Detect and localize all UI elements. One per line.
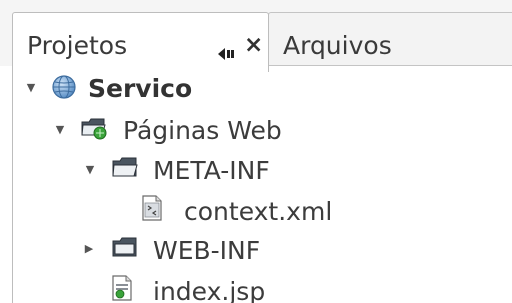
tree-node-label: index.jsp bbox=[153, 277, 266, 303]
tree-node-label: context.xml bbox=[184, 197, 333, 226]
xml-file-icon bbox=[140, 195, 166, 221]
tab-strip-divider bbox=[269, 65, 512, 66]
jsp-file-icon bbox=[110, 275, 136, 301]
expand-toggle-icon[interactable]: ▼ bbox=[25, 82, 37, 94]
web-folder-icon bbox=[80, 115, 107, 141]
tree-node-context-xml[interactable]: context.xml bbox=[0, 190, 512, 230]
folder-open-icon bbox=[111, 156, 138, 182]
tree-node-web-inf[interactable]: ▶ WEB-INF bbox=[0, 230, 512, 270]
tab-arquivos[interactable]: Arquivos bbox=[268, 12, 512, 66]
tree-node-index-jsp[interactable]: index.jsp bbox=[0, 270, 512, 303]
globe-icon bbox=[51, 74, 77, 100]
tree-node-label: Páginas Web bbox=[123, 116, 282, 145]
tab-strip: Arquivos Projetos × bbox=[0, 0, 512, 72]
collapse-toggle-icon[interactable]: ▶ bbox=[83, 243, 95, 255]
tab-projetos[interactable]: Projetos × bbox=[12, 12, 269, 72]
expand-toggle-icon[interactable]: ▼ bbox=[54, 124, 66, 136]
tree-node-label: Servico bbox=[88, 74, 193, 103]
folder-icon bbox=[111, 236, 137, 262]
tree-node-servico[interactable]: ▼ Servico bbox=[0, 68, 512, 108]
minimize-icon[interactable] bbox=[218, 40, 236, 60]
tree-node-paginas-web[interactable]: ▼ Páginas Web bbox=[0, 110, 512, 150]
projects-panel: Arquivos Projetos × ▼ Servico ▼ Páginas … bbox=[0, 0, 512, 303]
tree-node-label: META-INF bbox=[153, 156, 270, 185]
tree-node-label: WEB-INF bbox=[153, 236, 261, 265]
tab-arquivos-label: Arquivos bbox=[283, 31, 392, 60]
tab-projetos-label: Projetos bbox=[27, 31, 128, 60]
close-icon[interactable]: × bbox=[244, 34, 263, 57]
expand-toggle-icon[interactable]: ▼ bbox=[84, 164, 96, 176]
tree-node-meta-inf[interactable]: ▼ META-INF bbox=[0, 150, 512, 190]
